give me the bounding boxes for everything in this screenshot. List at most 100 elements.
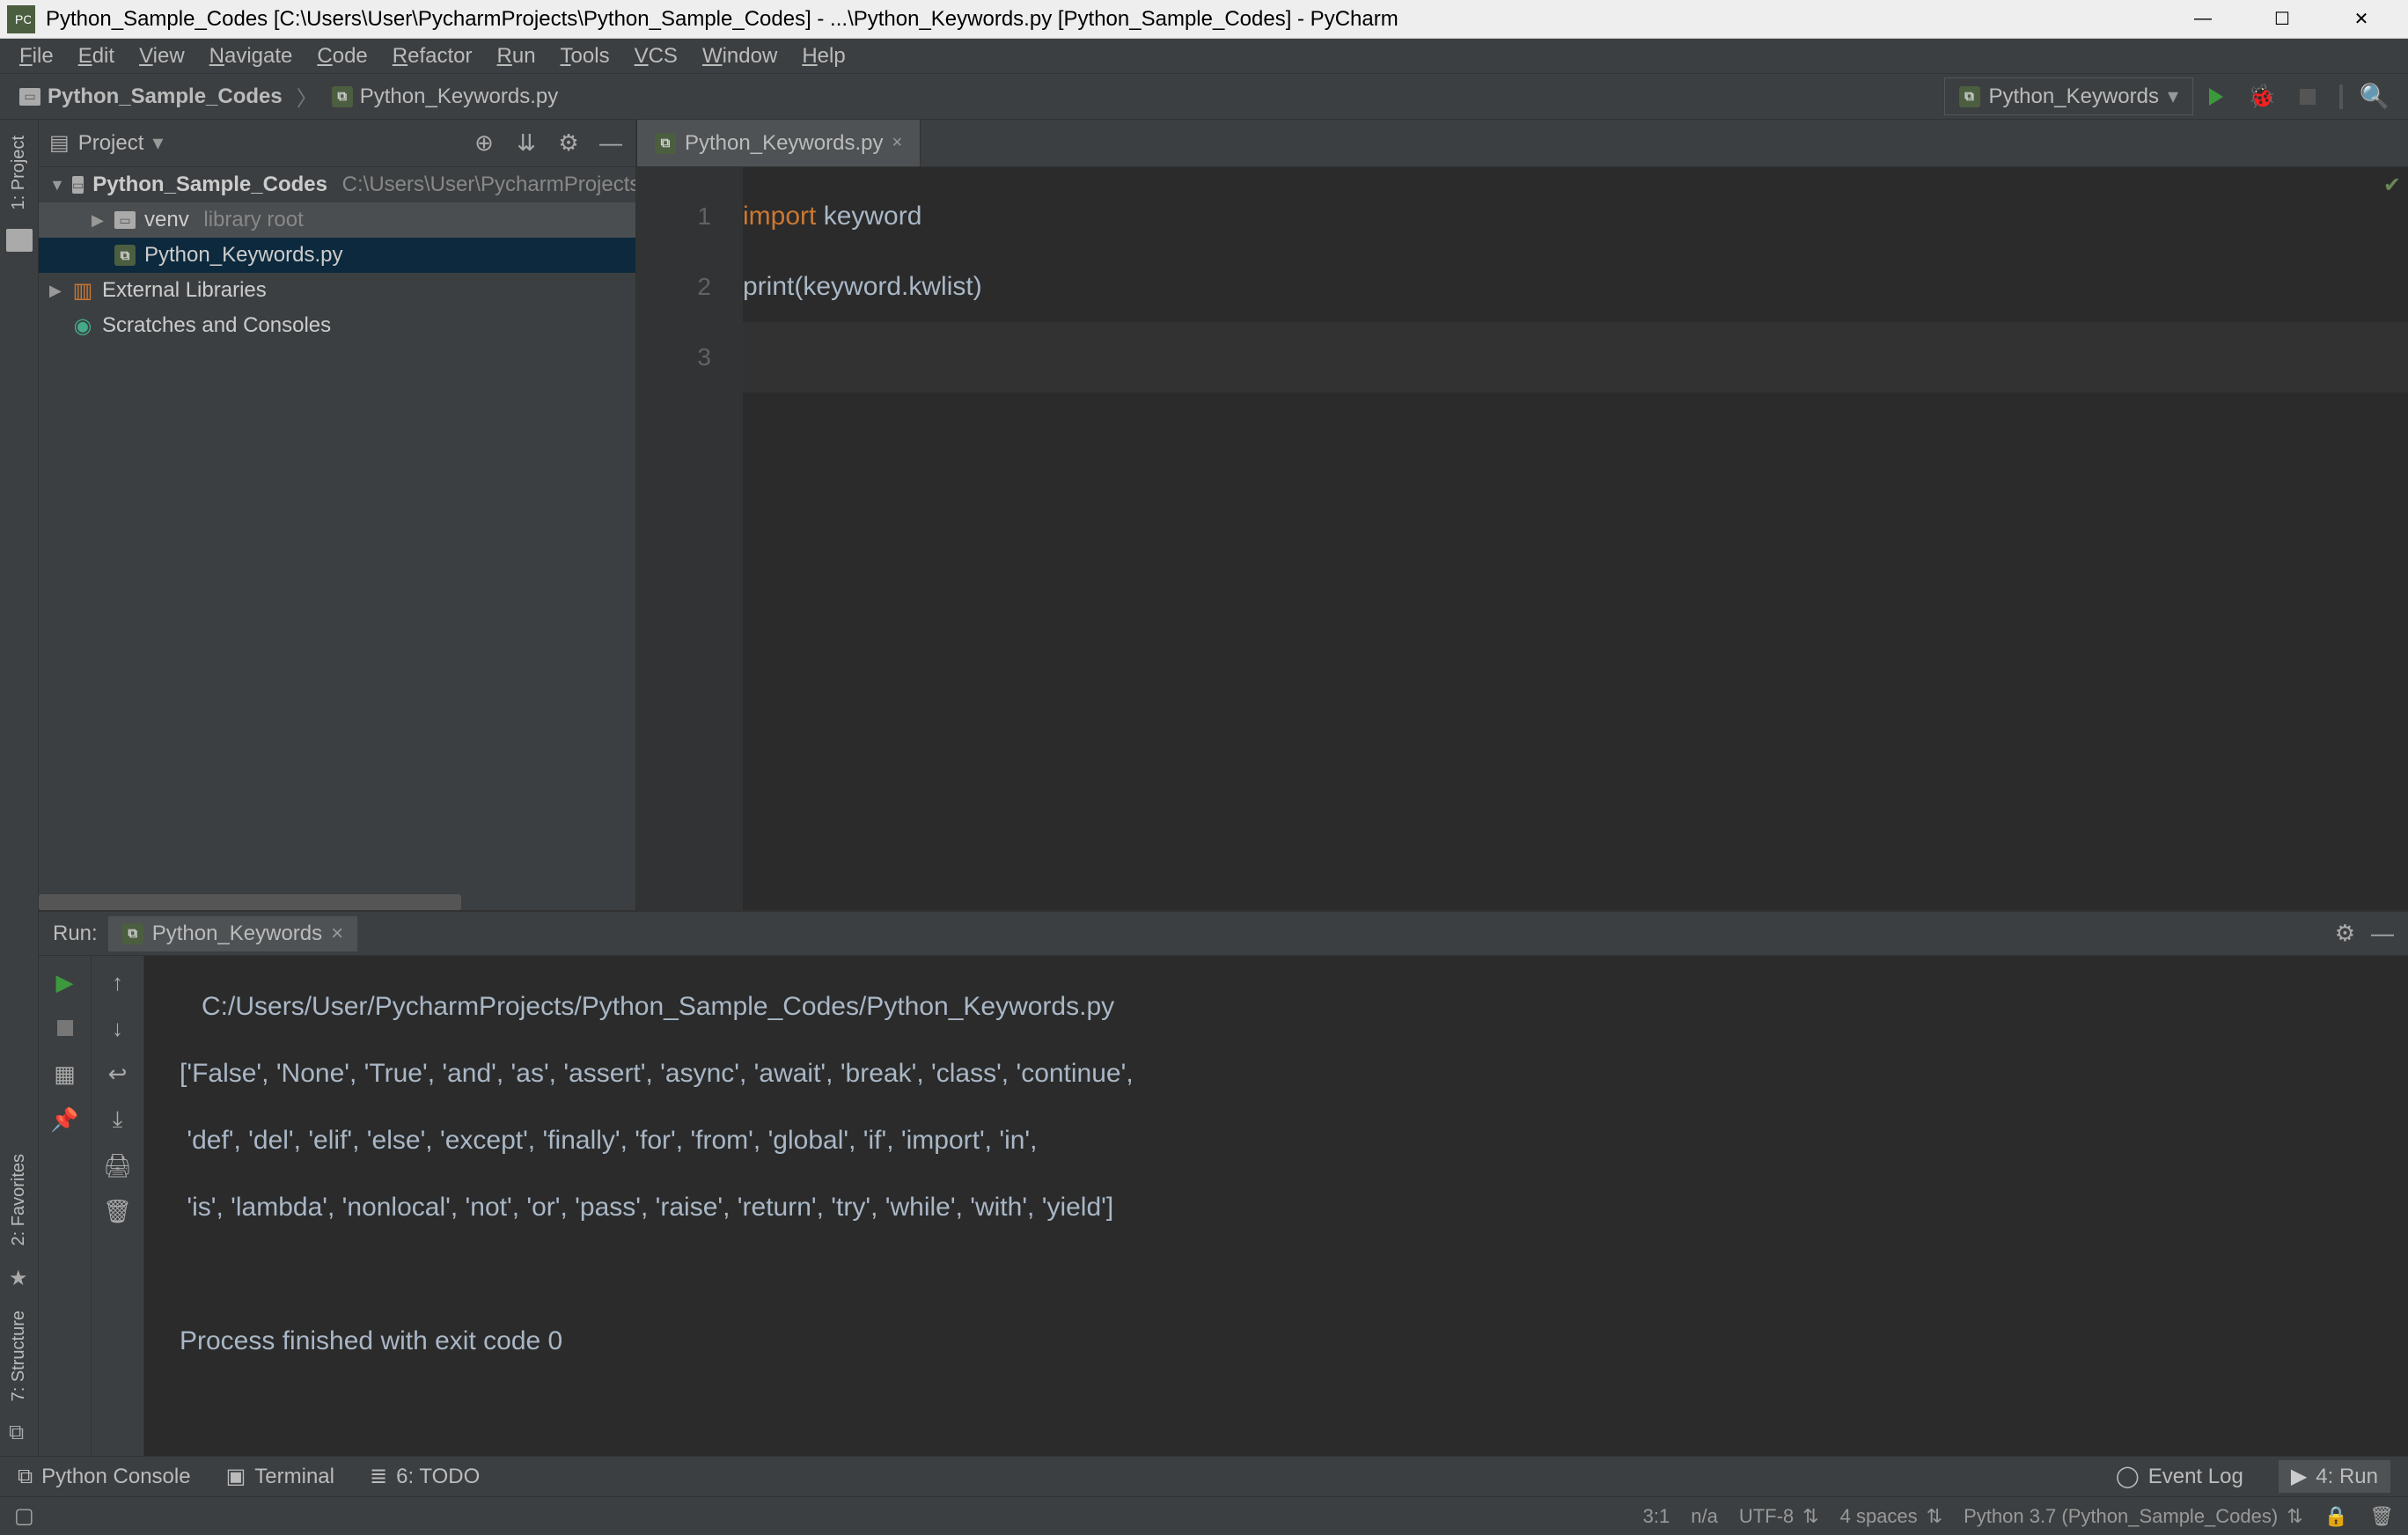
code-line[interactable]: import keyword (743, 181, 2408, 252)
down-button[interactable]: ↓ (102, 1012, 134, 1044)
debug-button[interactable]: 🐞 (2243, 77, 2281, 116)
run-tab-bottom[interactable]: ▶ 4: Run (2279, 1460, 2390, 1493)
console-line: C:/Users/User/PycharmProjects/Python_Sam… (180, 973, 2373, 1040)
encoding-selector[interactable]: UTF-8⇅ (1739, 1505, 1819, 1528)
rail-structure-tab[interactable]: 7: Structure (9, 1302, 29, 1410)
library-icon: ▥ (72, 280, 93, 301)
pin-button[interactable]: 📌 (49, 1104, 81, 1135)
stop-run-button[interactable] (49, 1012, 81, 1044)
scroll-to-end-button[interactable]: ⤓ (102, 1104, 134, 1135)
breadcrumb-project[interactable]: ▭ Python_Sample_Codes (11, 81, 291, 113)
tree-item-python_sample_codes[interactable]: ▼▭Python_Sample_Codes C:\Users\User\Pych… (39, 167, 635, 202)
menu-navigate[interactable]: Navigate (197, 39, 305, 74)
maximize-button[interactable]: ☐ (2243, 0, 2322, 39)
layout-button[interactable]: ▦ (49, 1058, 81, 1090)
code-area[interactable]: import keywordprint(keyword.kwlist) (743, 167, 2408, 910)
scroll-thumb[interactable] (39, 894, 461, 910)
menu-vcs[interactable]: VCS (622, 39, 690, 74)
tree-item-venv[interactable]: ▶▭venv library root (39, 202, 635, 238)
run-button[interactable] (2197, 77, 2235, 116)
tree-scrollbar[interactable] (39, 894, 635, 910)
folder-icon: ▭ (19, 88, 40, 106)
event-log-tab[interactable]: ◯ Event Log (2116, 1464, 2243, 1489)
menu-run[interactable]: Run (485, 39, 548, 74)
search-everywhere-button[interactable]: 🔍 (2355, 77, 2394, 116)
clear-button[interactable]: 🗑 (102, 1195, 134, 1227)
menu-edit[interactable]: Edit (66, 39, 127, 74)
interpreter-selector[interactable]: Python 3.7 (Python_Sample_Codes)⇅ (1964, 1505, 2303, 1528)
editor-tab-label: Python_Keywords.py (685, 131, 883, 156)
editor-tabs: ⧉ Python_Keywords.py × (637, 120, 2408, 167)
run-config-selector[interactable]: ⧉ Python_Keywords ▾ (1944, 77, 2194, 115)
tree-item-scratches-and-consoles[interactable]: ◉Scratches and Consoles (39, 308, 635, 343)
indent-selector[interactable]: 4 spaces⇅ (1840, 1505, 1943, 1528)
svg-text:PC: PC (15, 12, 31, 26)
rail-project-tab[interactable]: 1: Project (9, 127, 29, 218)
menu-refactor[interactable]: Refactor (380, 39, 485, 74)
rail-favorites-tab[interactable]: 2: Favorites (9, 1145, 29, 1254)
expand-arrow-icon[interactable]: ▶ (92, 211, 106, 230)
editor-area: ⧉ Python_Keywords.py × 123 import keywor… (637, 120, 2408, 910)
tree-label: Python_Keywords.py (144, 243, 342, 268)
analysis-ok-icon: ✔ (2383, 173, 2401, 198)
stop-icon (2300, 89, 2316, 105)
editor-body[interactable]: 123 import keywordprint(keyword.kwlist) … (637, 167, 2408, 910)
terminal-tab[interactable]: ▣ Terminal (226, 1464, 334, 1489)
line-number: 2 (637, 252, 711, 322)
rerun-button[interactable]: ▶ (49, 966, 81, 998)
print-button[interactable]: 🖨 (102, 1149, 134, 1181)
memory-icon[interactable]: 🗑 (2369, 1505, 2394, 1528)
soft-wrap-button[interactable]: ↩ (102, 1058, 134, 1090)
tool-window-quick-access[interactable]: ▢ (14, 1503, 34, 1529)
up-button[interactable]: ↑ (102, 966, 134, 998)
hide-run-button[interactable]: — (2371, 920, 2394, 947)
expand-arrow-icon[interactable]: ▼ (49, 176, 63, 195)
rail-icon (6, 229, 33, 252)
editor-tab[interactable]: ⧉ Python_Keywords.py × (637, 120, 921, 166)
project-panel-title[interactable]: Project (78, 131, 144, 156)
close-tab-button[interactable]: × (892, 133, 902, 153)
console-line: Process finished with exit code 0 (180, 1308, 2373, 1375)
terminal-icon: ▣ (226, 1464, 246, 1489)
settings-button[interactable]: ⚙ (554, 129, 583, 158)
locate-button[interactable]: ⊕ (470, 129, 498, 158)
console-line: ['False', 'None', 'True', 'and', 'as', '… (180, 1040, 2373, 1107)
list-icon: ≣ (370, 1464, 387, 1489)
code-line[interactable] (743, 322, 2408, 393)
run-header: Run: ⧉ Python_Keywords × ⚙ — (39, 912, 2408, 956)
line-separator[interactable]: n/a (1691, 1505, 1718, 1528)
close-run-tab-button[interactable]: × (331, 922, 343, 946)
tree-suffix: library root (198, 208, 304, 232)
tree-item-python_keywords-py[interactable]: ⧉Python_Keywords.py (39, 238, 635, 273)
python-console-tab[interactable]: ⧉ Python Console (18, 1465, 191, 1489)
console-output[interactable]: C:/Users/User/PycharmProjects/Python_Sam… (144, 956, 2408, 1456)
stop-button[interactable] (2288, 77, 2327, 116)
run-tab[interactable]: ⧉ Python_Keywords × (108, 916, 357, 951)
collapse-all-button[interactable]: ⇊ (512, 129, 540, 158)
close-button[interactable]: ✕ (2322, 0, 2401, 39)
menu-code[interactable]: Code (305, 39, 379, 74)
chevron-down-icon[interactable]: ▾ (152, 130, 163, 156)
readonly-icon[interactable]: 🔒 (2324, 1505, 2348, 1528)
play-icon (2209, 88, 2223, 106)
console-line (180, 1241, 2373, 1308)
menu-tools[interactable]: Tools (548, 39, 622, 74)
todo-tab[interactable]: ≣ 6: TODO (370, 1464, 480, 1489)
code-line[interactable]: print(keyword.kwlist) (743, 252, 2408, 322)
tree-item-external-libraries[interactable]: ▶▥External Libraries (39, 273, 635, 308)
menu-help[interactable]: Help (789, 39, 857, 74)
menu-window[interactable]: Window (690, 39, 789, 74)
expand-arrow-icon[interactable]: ▶ (49, 282, 63, 300)
python-file-icon: ⧉ (332, 86, 353, 107)
hide-button[interactable]: — (597, 129, 625, 158)
menu-file[interactable]: File (7, 39, 66, 74)
breadcrumb-file[interactable]: ⧉ Python_Keywords.py (323, 81, 567, 113)
folder-icon: ▭ (114, 211, 136, 229)
menu-view[interactable]: View (127, 39, 197, 74)
minimize-button[interactable]: — (2163, 0, 2243, 39)
caret-position[interactable]: 3:1 (1643, 1505, 1670, 1528)
run-settings-button[interactable]: ⚙ (2335, 920, 2355, 947)
python-icon: ⧉ (1959, 86, 1980, 107)
app-icon: PC (7, 5, 35, 33)
project-tree[interactable]: ▼▭Python_Sample_Codes C:\Users\User\Pych… (39, 167, 635, 894)
